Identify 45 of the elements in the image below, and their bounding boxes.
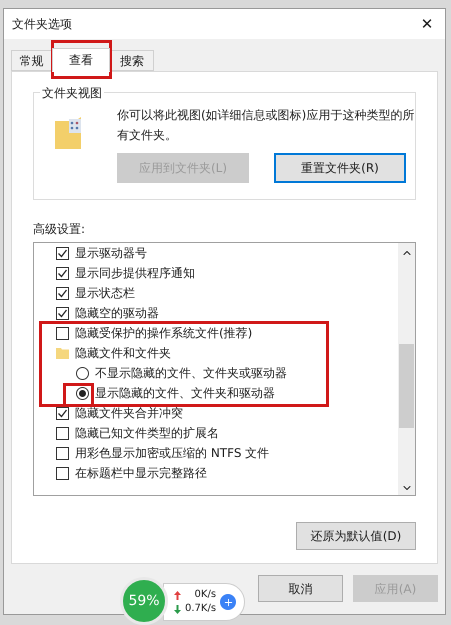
checkbox[interactable] <box>56 326 69 340</box>
option-label: 隐藏文件和文件夹 <box>75 345 171 362</box>
option-label: 显示隐藏的文件、文件夹和驱动器 <box>95 385 275 402</box>
tab[interactable]: 查看 <box>52 48 110 72</box>
option-label: 在标题栏中显示完整路径 <box>75 465 207 482</box>
checkbox[interactable] <box>56 286 69 300</box>
option-label: 用彩色显示加密或压缩的 NTFS 文件 <box>75 445 270 462</box>
annotation-box <box>51 40 112 79</box>
checkbox[interactable] <box>56 306 69 320</box>
download-speed: 0.7K/s <box>185 602 216 616</box>
checkbox[interactable] <box>56 246 69 260</box>
checkbox[interactable] <box>56 466 69 480</box>
checkbox[interactable] <box>56 446 69 460</box>
group-title: 文件夹视图 <box>40 84 104 102</box>
window-title: 文件夹选项 <box>12 16 72 33</box>
upload-speed: 0K/s <box>194 588 216 602</box>
option-label: 显示同步提供程序通知 <box>75 265 195 282</box>
radio-button[interactable] <box>76 386 89 400</box>
option-label: 隐藏受保护的操作系统文件(推荐) <box>75 325 252 342</box>
scrollbar[interactable] <box>398 243 415 495</box>
option-label: 显示状态栏 <box>75 285 135 302</box>
scroll-thumb[interactable] <box>399 344 414 428</box>
option-label: 不显示隐藏的文件、文件夹或驱动器 <box>95 365 287 382</box>
description-text: 你可以将此视图(如详细信息或图标)应用于这种类型的所有文件夹。 <box>117 107 415 144</box>
option-label: 隐藏已知文件类型的扩展名 <box>75 425 219 442</box>
close-button[interactable]: ✕ <box>415 13 439 35</box>
dialog-button[interactable]: 取消 <box>258 575 343 602</box>
option-label: 隐藏空的驱动器 <box>75 305 159 322</box>
restore-defaults-button[interactable]: 还原为默认值(D) <box>296 522 416 550</box>
section-label: 高级设置: <box>33 221 86 238</box>
download-arrow-icon <box>174 604 181 614</box>
upload-arrow-icon <box>174 590 181 600</box>
radio-button[interactable] <box>76 366 89 380</box>
tab[interactable]: 常规 <box>11 50 52 71</box>
folder-icon <box>55 117 81 149</box>
add-button[interactable] <box>220 594 236 610</box>
option-label: 显示驱动器号 <box>75 245 147 262</box>
option-label: 隐藏文件夹合并冲突 <box>75 405 183 422</box>
folder-view-button[interactable]: 重置文件夹(R) <box>274 153 406 183</box>
checkbox[interactable] <box>56 266 69 280</box>
plus-icon <box>222 596 234 608</box>
tab[interactable]: 搜索 <box>110 50 154 71</box>
folder-icon <box>56 347 69 359</box>
checkbox[interactable] <box>56 406 69 420</box>
checkbox[interactable] <box>56 426 69 440</box>
